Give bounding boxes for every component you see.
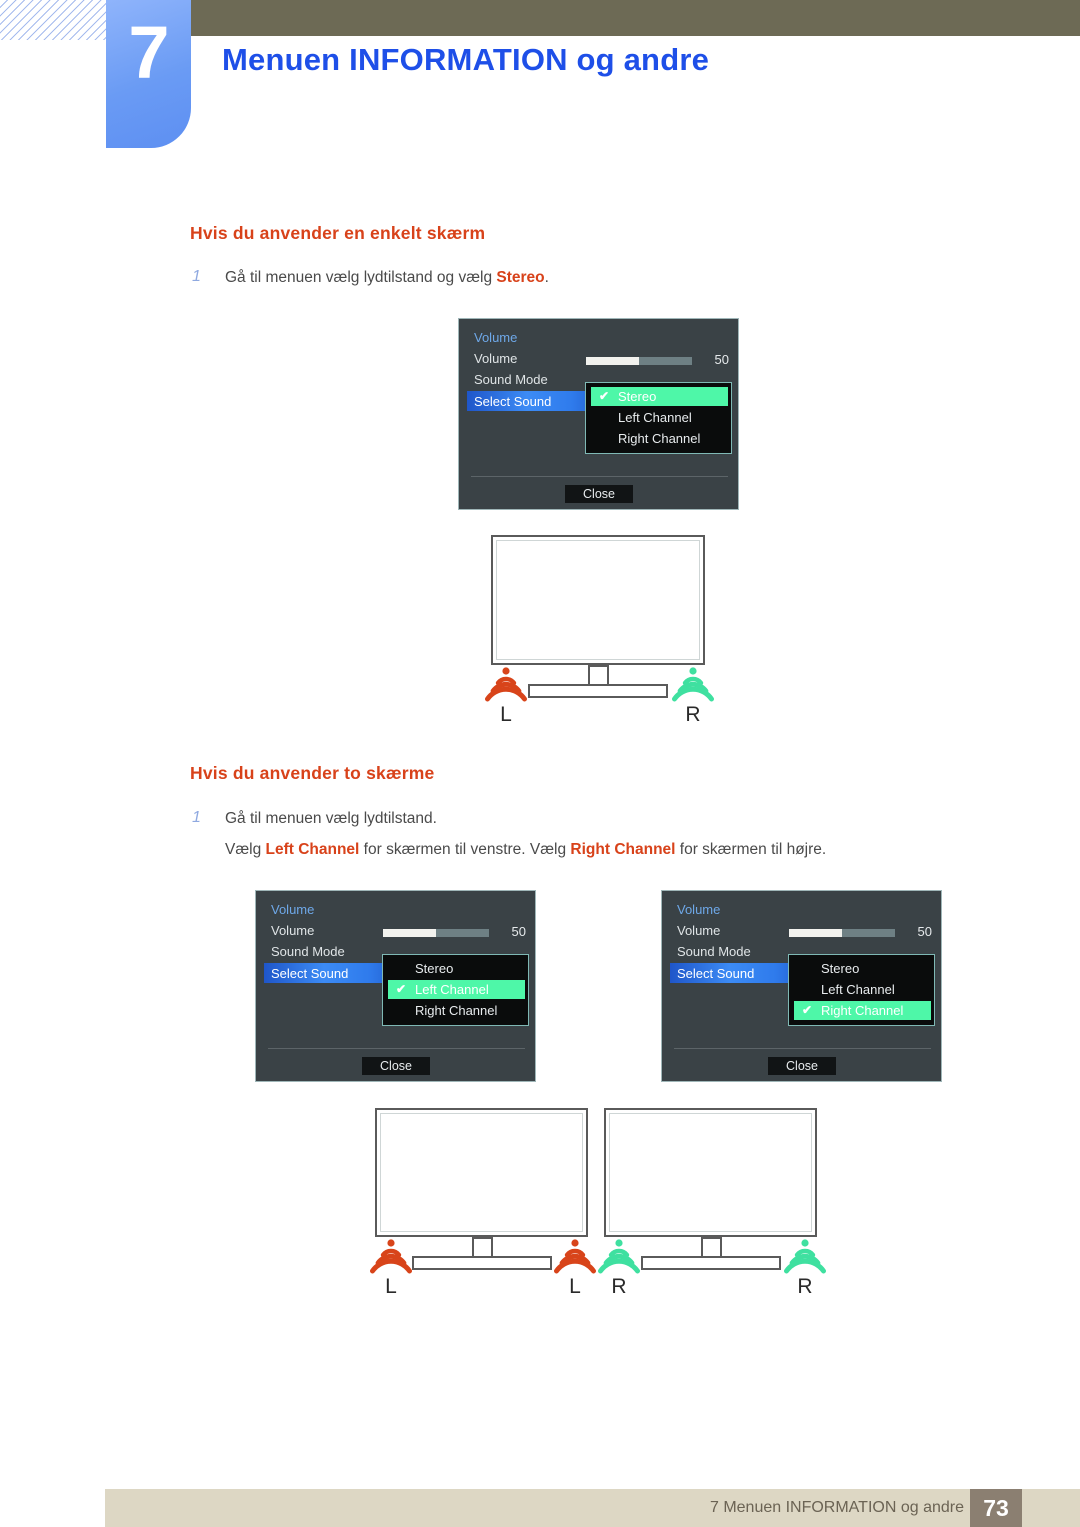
- speaker-icon-dual-right-outer: [783, 1238, 827, 1274]
- step-number-2-1: 1: [192, 809, 201, 826]
- volume-slider-fill-right: [789, 929, 842, 937]
- submenu-option-right-channel-label: Right Channel: [618, 431, 701, 446]
- submenu-option-right-channel-left-dlg-label: Right Channel: [415, 1003, 498, 1018]
- submenu-option-left-channel-right-dlg-label: Left Channel: [821, 982, 895, 997]
- speaker-label-dual-right-outer: R: [797, 1275, 813, 1298]
- submenu-option-left-channel-label: Left Channel: [618, 410, 692, 425]
- step-text-1-1: Gå til menuen vælg lydtilstand og vælg S…: [225, 269, 549, 287]
- osd-separator-right: [674, 1048, 931, 1049]
- speaker-label-left-single: L: [500, 703, 512, 726]
- monitor-base-single: [528, 684, 668, 698]
- chapter-tab: 7: [106, 0, 191, 148]
- submenu-option-left-channel-right-dlg[interactable]: Left Channel: [794, 980, 931, 999]
- osd-close-button[interactable]: Close: [565, 485, 633, 503]
- osd-row-volume-label-left: Volume: [271, 923, 315, 938]
- submenu-option-left-channel-selected[interactable]: ✔ Left Channel: [388, 980, 525, 999]
- monitor-screen-dual-right: [609, 1113, 812, 1232]
- submenu-option-right-channel-selected[interactable]: ✔ Right Channel: [794, 1001, 931, 1020]
- osd-close-button-left[interactable]: Close: [362, 1057, 430, 1075]
- osd-dialog-right-channel[interactable]: Volume Volume 50 Sound Mode Select Sound…: [661, 890, 942, 1082]
- header-olive-bar: [190, 0, 1080, 36]
- step-text-2-2: Vælg Left Channel for skærmen til venstr…: [225, 841, 826, 859]
- section-heading-two-screens: Hvis du anvender to skærme: [190, 763, 435, 783]
- step-text-2-2-mid: for skærmen til venstre. Vælg: [359, 841, 571, 858]
- osd-row-sound-mode-label-left[interactable]: Sound Mode: [271, 944, 345, 959]
- submenu-option-left-channel-selected-label: Left Channel: [415, 982, 489, 997]
- page-number-badge: 73: [970, 1489, 1022, 1527]
- step-text-2-2-post: for skærmen til højre.: [675, 841, 827, 858]
- speaker-icon-dual-right-inner: [597, 1238, 641, 1274]
- speaker-icon-right-single: [671, 666, 715, 702]
- osd-close-button-right[interactable]: Close: [768, 1057, 836, 1075]
- step-text-1-1-post: .: [544, 269, 549, 286]
- osd-dialog-single-screen[interactable]: Volume Volume 50 Sound Mode Select Sound…: [458, 318, 739, 510]
- osd-title-right: Volume: [677, 902, 721, 917]
- chapter-number: 7: [128, 11, 169, 94]
- speaker-icon-dual-left-outer: [369, 1238, 413, 1274]
- osd-row-sound-mode-label-right[interactable]: Sound Mode: [677, 944, 751, 959]
- step-text-2-2-bold-right: Right Channel: [570, 841, 676, 858]
- monitor-screen-single: [496, 540, 700, 660]
- speaker-label-dual-right-inner: R: [611, 1275, 627, 1298]
- monitor-base-dual-left: [412, 1256, 552, 1270]
- submenu-option-right-channel-left-dlg[interactable]: Right Channel: [388, 1001, 525, 1020]
- page-header: 7 Menuen INFORMATION og andre: [0, 0, 1080, 160]
- speaker-icon-dual-left-inner: [553, 1238, 597, 1274]
- section-heading-single-screen: Hvis du anvender en enkelt skærm: [190, 223, 486, 243]
- volume-slider-left[interactable]: [383, 929, 489, 937]
- check-icon-stereo: ✔: [599, 389, 610, 403]
- submenu-option-stereo-label: Stereo: [618, 389, 657, 404]
- volume-slider-right[interactable]: [789, 929, 895, 937]
- osd-row-select-sound-label: Select Sound: [474, 394, 552, 409]
- speaker-label-right-single: R: [685, 703, 701, 726]
- osd-row-select-sound-label-right: Select Sound: [677, 966, 755, 981]
- monitor-panel-dual-left: [375, 1108, 588, 1237]
- submenu-option-stereo[interactable]: ✔ Stereo: [591, 387, 728, 406]
- monitor-screen-dual-left: [380, 1113, 583, 1232]
- page-title: Menuen INFORMATION og andre: [222, 42, 710, 77]
- select-sound-submenu-left[interactable]: Stereo ✔ Left Channel Right Channel: [382, 954, 529, 1026]
- submenu-option-left-channel[interactable]: Left Channel: [591, 408, 728, 427]
- osd-title-left: Volume: [271, 902, 315, 917]
- submenu-option-stereo-left-label: Stereo: [415, 961, 454, 976]
- step-text-1-1-bold: Stereo: [496, 269, 545, 286]
- osd-title: Volume: [474, 330, 518, 345]
- volume-slider-value-right: 50: [917, 924, 932, 939]
- footer-text: 7 Menuen INFORMATION og andre: [709, 1499, 964, 1516]
- volume-slider-fill-left: [383, 929, 436, 937]
- volume-slider-value: 50: [714, 352, 729, 367]
- volume-slider-value-left: 50: [511, 924, 526, 939]
- volume-slider-fill: [586, 357, 639, 365]
- osd-row-select-sound-label-left: Select Sound: [271, 966, 349, 981]
- step-number-1-1: 1: [192, 268, 201, 285]
- speaker-label-dual-left-inner: L: [569, 1275, 581, 1298]
- osd-row-volume-label: Volume: [474, 351, 518, 366]
- check-icon-left-channel: ✔: [396, 982, 407, 996]
- speaker-label-dual-left-outer: L: [385, 1275, 397, 1298]
- step-text-2-2-bold-left: Left Channel: [265, 841, 360, 858]
- step-text-2-1: Gå til menuen vælg lydtilstand.: [225, 810, 437, 827]
- step-text-1-1-pre: Gå til menuen vælg lydtilstand og vælg: [225, 269, 497, 286]
- check-icon-right-channel: ✔: [802, 1003, 813, 1017]
- submenu-option-stereo-right-dlg-label: Stereo: [821, 961, 860, 976]
- monitor-base-dual-right: [641, 1256, 781, 1270]
- monitor-panel-single: [491, 535, 705, 665]
- osd-row-volume-label-right: Volume: [677, 923, 721, 938]
- osd-separator-left: [268, 1048, 525, 1049]
- osd-dialog-left-channel[interactable]: Volume Volume 50 Sound Mode Select Sound…: [255, 890, 536, 1082]
- volume-slider[interactable]: [586, 357, 692, 365]
- osd-row-sound-mode-label[interactable]: Sound Mode: [474, 372, 548, 387]
- speaker-icon-left-single: [484, 666, 528, 702]
- select-sound-submenu[interactable]: ✔ Stereo Left Channel Right Channel: [585, 382, 732, 454]
- submenu-option-stereo-right-dlg[interactable]: Stereo: [794, 959, 931, 978]
- osd-separator: [471, 476, 728, 477]
- monitor-panel-dual-right: [604, 1108, 817, 1237]
- submenu-option-right-channel[interactable]: Right Channel: [591, 429, 728, 448]
- submenu-option-stereo-left[interactable]: Stereo: [388, 959, 525, 978]
- submenu-option-right-channel-selected-label: Right Channel: [821, 1003, 904, 1018]
- step-text-2-2-pre: Vælg: [225, 841, 266, 858]
- select-sound-submenu-right[interactable]: Stereo Left Channel ✔ Right Channel: [788, 954, 935, 1026]
